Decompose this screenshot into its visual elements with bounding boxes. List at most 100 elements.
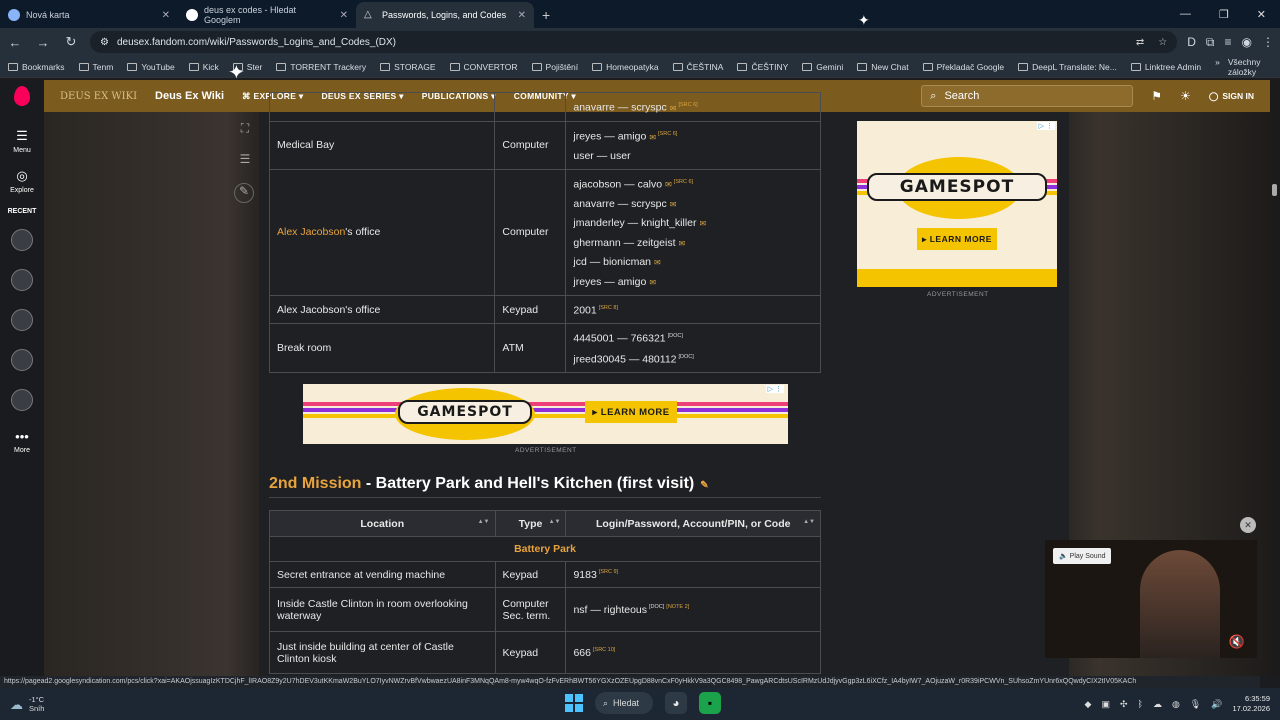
cloud-icon[interactable]: ☁ (1153, 699, 1162, 710)
column-header-code[interactable]: Login/Password, Account/PIN, or Code ▲▼ (565, 510, 821, 537)
email-icon[interactable]: ✉ (679, 239, 686, 248)
reference-note[interactable]: [DOC] (679, 354, 694, 360)
reference-note[interactable]: [SRC 6] (678, 102, 697, 108)
bookmark-item[interactable]: STORAGE (380, 62, 436, 72)
adchoices-icon[interactable]: ▷ ⋮ (765, 385, 784, 393)
reference-note[interactable]: [SRC 6] (674, 179, 693, 185)
more-button[interactable]: ••• More (14, 429, 30, 454)
edit-section-icon[interactable]: ✎ (700, 480, 708, 491)
email-icon[interactable]: ✉ (670, 104, 677, 113)
page-scrollbar[interactable] (1270, 80, 1280, 676)
extensions-icon[interactable]: ⧉ (1206, 35, 1215, 50)
edit-pencil-icon[interactable]: ✎ (234, 183, 254, 203)
email-icon[interactable]: ✉ (670, 200, 677, 209)
menu-kebab-icon[interactable]: ⋮ (1262, 35, 1274, 49)
taskbar-search[interactable]: ⌕ Hledat (595, 692, 653, 714)
new-tab-button[interactable]: + (534, 2, 558, 28)
media-icon[interactable]: ≡ (1225, 35, 1232, 49)
tray-app-icon[interactable]: ◆ (1085, 699, 1092, 710)
bookmark-item[interactable]: Gemini (802, 62, 843, 72)
fandom-logo-icon[interactable] (14, 86, 30, 106)
bookmark-item[interactable]: DeepL Translate: Ne... (1018, 62, 1117, 72)
sign-in-button[interactable]: ◯ SIGN IN (1209, 91, 1254, 102)
close-video-icon[interactable]: ✕ (1240, 517, 1256, 533)
fullscreen-icon[interactable]: ⛶ (234, 121, 256, 141)
network-icon[interactable]: ◍ (1172, 699, 1180, 710)
close-tab-icon[interactable]: ✕ (518, 10, 526, 21)
wiki-name[interactable]: Deus Ex Wiki (155, 90, 224, 102)
table-of-contents-icon[interactable]: ☰ (234, 152, 256, 172)
tray-app-icon[interactable]: ✣ (1120, 699, 1128, 710)
translate-icon[interactable]: ⇄ (1136, 37, 1144, 48)
email-icon[interactable]: ✉ (649, 133, 656, 142)
video-player[interactable]: 🔈 Play Sound 🔇 (1045, 540, 1257, 658)
bookmark-item[interactable]: YouTube (127, 62, 175, 72)
email-icon[interactable]: ✉ (700, 219, 707, 228)
reload-icon[interactable]: ↻ (62, 34, 80, 50)
clock[interactable]: 6:35:59 17.02.2026 (1232, 694, 1270, 714)
recent-wiki-avatar[interactable] (11, 349, 33, 371)
play-sound-button[interactable]: 🔈 Play Sound (1053, 548, 1112, 564)
menu-button[interactable]: ☰ Menu (13, 128, 31, 154)
wiki-search-input[interactable]: ⌕ Search (921, 85, 1134, 107)
minimize-icon[interactable]: — (1180, 8, 1191, 20)
email-icon[interactable]: ✉ (654, 258, 661, 267)
bookmark-item[interactable]: Kick (188, 62, 219, 72)
microphone-icon[interactable]: 🎙 (1190, 699, 1201, 710)
recent-wiki-avatar[interactable] (11, 229, 33, 251)
close-tab-icon[interactable]: ✕ (340, 10, 348, 21)
speaker-icon[interactable]: 🔊 (1211, 699, 1222, 710)
character-link[interactable]: Alex Jacobson (277, 226, 345, 238)
avatar-icon[interactable]: ◉ (1242, 35, 1252, 49)
gamespot-ad-sidebar[interactable]: GAMESPOT ▸ LEARN MORE ▷ ⋮ (857, 121, 1057, 287)
theme-toggle-icon[interactable]: ☀ (1180, 89, 1191, 103)
weather-widget[interactable]: ☁ -1°C Sníh (10, 695, 44, 713)
chrome-icon[interactable]: ◕ (665, 692, 687, 714)
site-info-icon[interactable]: ⚙ (100, 37, 109, 48)
reference-note[interactable]: [SRC 8] (599, 305, 618, 311)
tab-fandom[interactable]: △ Passwords, Logins, and Codes ✕ (356, 2, 534, 28)
terminal-app-icon[interactable]: ▪ (699, 692, 721, 714)
scrollbar-thumb[interactable] (1272, 184, 1277, 196)
bookmark-item[interactable]: Homeopatyka (592, 62, 659, 72)
all-bookmarks-button[interactable]: » Všechny záložky (1215, 57, 1272, 77)
explore-button[interactable]: ◎ Explore (10, 168, 34, 194)
bookmark-item[interactable]: New Chat (857, 62, 909, 72)
reference-note[interactable]: [SRC 6] (658, 131, 677, 137)
reference-note[interactable]: [DOC] (668, 333, 683, 339)
maximize-icon[interactable]: ❐ (1219, 8, 1229, 21)
tab-new[interactable]: Nová karta ✕ (0, 2, 178, 28)
tab-google[interactable]: deus ex codes - Hledat Googlem ✕ (178, 2, 356, 28)
close-window-icon[interactable]: ✕ (1257, 8, 1266, 21)
email-icon[interactable]: ✉ (665, 180, 672, 189)
bookmark-star-icon[interactable]: ☆ (1158, 37, 1167, 48)
bookmark-item[interactable]: ČEŠTINY (737, 62, 788, 72)
start-button[interactable] (565, 694, 583, 712)
address-bar[interactable]: ⚙ deusex.fandom.com/wiki/Passwords_Login… (90, 31, 1178, 53)
close-tab-icon[interactable]: ✕ (162, 10, 170, 21)
bookmark-item[interactable]: Pojištění (531, 62, 578, 72)
learn-more-button[interactable]: ▸ LEARN MORE (585, 401, 677, 423)
muted-speaker-icon[interactable]: 🔇 (1229, 634, 1245, 650)
tray-app-icon[interactable]: ▣ (1101, 699, 1110, 710)
column-header-type[interactable]: Type ▲▼ (494, 510, 567, 537)
bookmark-item[interactable]: Linktree Admin (1130, 62, 1201, 72)
recent-wiki-avatar[interactable] (11, 309, 33, 331)
back-icon[interactable]: ← (6, 35, 24, 50)
bookmark-item[interactable]: Překladač Google (922, 62, 1004, 72)
recent-wiki-avatar[interactable] (11, 389, 33, 411)
learn-more-button[interactable]: ▸ LEARN MORE (917, 228, 997, 250)
reference-note[interactable]: [SRC 10] (593, 647, 615, 653)
forward-icon[interactable]: → (34, 35, 52, 50)
gamespot-ad-banner[interactable]: GAMESPOT ▸ LEARN MORE ▷ ⋮ (303, 384, 788, 444)
bookmark-item[interactable]: TORRENT Trackery (276, 62, 366, 72)
reference-note[interactable]: [NOTE 2] (666, 604, 689, 610)
column-header-location[interactable]: Location ▲▼ (269, 510, 496, 537)
bookmark-item[interactable]: Bookmarks (8, 62, 65, 72)
bookmark-item[interactable]: ČEŠTINA (672, 62, 723, 72)
adchoices-icon[interactable]: ▷ ⋮ (1036, 122, 1055, 130)
mission-link[interactable]: 2nd Mission (269, 475, 361, 492)
email-icon[interactable]: ✉ (649, 278, 656, 287)
reference-note[interactable]: [DOC] (649, 604, 664, 610)
wiki-logo[interactable]: DEUS EX WIKI (60, 91, 137, 101)
